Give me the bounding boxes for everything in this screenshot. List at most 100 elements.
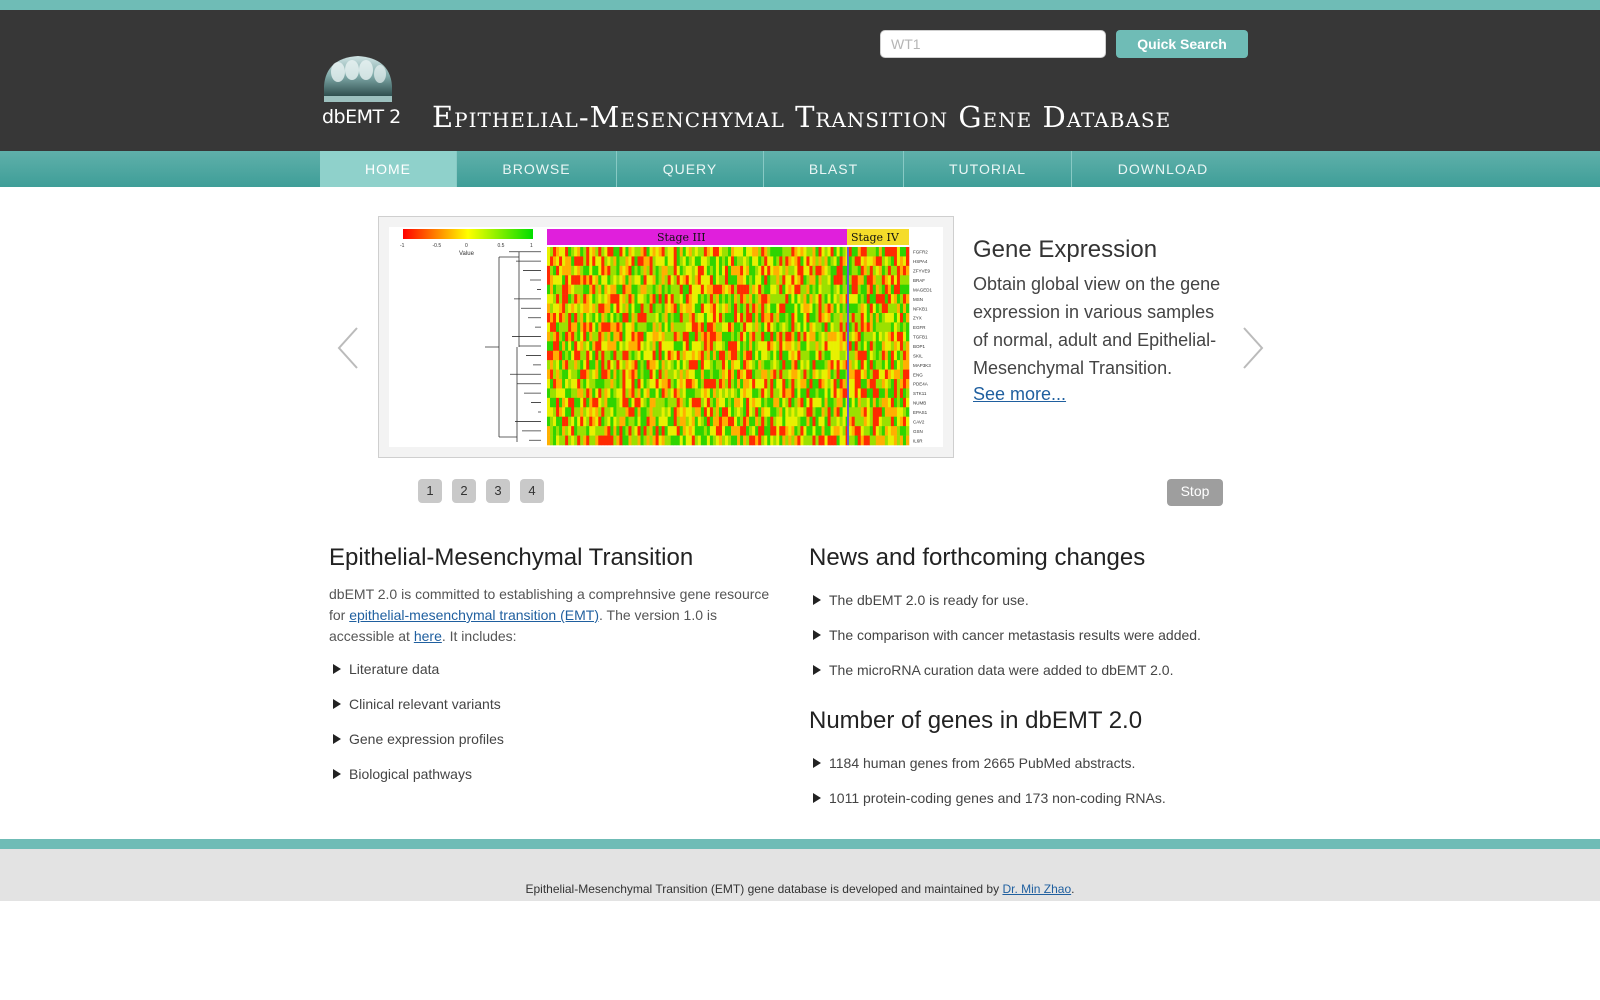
nav-home[interactable]: HOME — [320, 151, 457, 187]
nav-tutorial[interactable]: TUTORIAL — [904, 151, 1072, 187]
heatmap-cell — [905, 407, 910, 418]
heatmap-cell — [767, 256, 771, 267]
see-more-link[interactable]: See more... — [973, 384, 1066, 405]
heatmap-cell — [598, 265, 602, 276]
heatmap-cell — [809, 435, 813, 446]
heatmap-cell — [860, 247, 865, 257]
heatmap-cell — [703, 247, 708, 257]
heatmap-cell — [613, 369, 617, 380]
heatmap-cell — [661, 397, 665, 408]
emt-link[interactable]: epithelial-mesenchymal transition (EMT) — [349, 607, 599, 623]
heatmap-cell — [866, 388, 871, 399]
heatmap-cell — [827, 360, 831, 370]
news-heading: News and forthcoming changes — [809, 544, 1146, 571]
heatmap-cell — [899, 256, 904, 267]
heatmap-cell — [649, 275, 653, 286]
heatmap-cell — [616, 369, 620, 380]
heatmap-cell — [553, 294, 557, 304]
heatmap-cell — [830, 397, 834, 408]
heatmap-cell — [785, 294, 789, 304]
heatmap-image[interactable]: -1 -0.5 0 0.5 1 Value Stage III Stage IV FGF… — [389, 227, 943, 447]
heatmap-cell — [785, 256, 789, 267]
heatmap-cell — [577, 416, 581, 427]
heatmap-cell — [773, 331, 777, 342]
nav-blast[interactable]: BLAST — [764, 151, 904, 187]
slider-stop-button[interactable]: Stop — [1167, 479, 1223, 506]
heatmap-cell — [884, 350, 889, 361]
heatmap-cell — [568, 379, 572, 389]
heatmap-cell — [815, 407, 819, 418]
heatmap-cell — [610, 407, 614, 418]
heatmap-cell — [673, 265, 678, 276]
heatmap-cell — [553, 256, 557, 267]
version1-here-link[interactable]: here — [414, 628, 442, 644]
heatmap-cell — [812, 360, 816, 370]
nav-browse[interactable]: BROWSE — [457, 151, 617, 187]
heatmap-cell — [866, 435, 871, 446]
heatmap-cell — [601, 426, 605, 436]
heatmap-cell — [625, 350, 629, 361]
heatmap-cell — [712, 322, 717, 333]
heatmap-cell — [797, 294, 801, 304]
heatmap-cell — [556, 322, 560, 333]
heatmap-cell — [860, 294, 865, 304]
heatmap-cell — [622, 407, 626, 418]
quick-search-button[interactable]: Quick Search — [1116, 30, 1248, 58]
heatmap-cell — [863, 322, 868, 333]
author-link[interactable]: Dr. Min Zhao — [1002, 882, 1071, 896]
slider-prev-arrow-icon[interactable] — [337, 326, 359, 370]
heatmap-cell — [749, 388, 753, 399]
heatmap-cell — [664, 284, 668, 295]
heatmap-cell — [749, 284, 753, 295]
heatmap-cell — [601, 256, 605, 267]
heatmap-cell — [613, 416, 617, 427]
heatmap-cell — [890, 397, 895, 408]
slider-next-arrow-icon[interactable] — [1242, 326, 1264, 370]
heatmap-cell — [863, 360, 868, 370]
heatmap-cell — [848, 350, 852, 361]
heatmap-cell — [601, 265, 605, 276]
pager-3[interactable]: 3 — [486, 479, 510, 503]
heatmap-cell — [556, 379, 560, 389]
heatmap-cell — [818, 369, 822, 380]
heatmap-cell — [634, 426, 638, 436]
pager-4[interactable]: 4 — [520, 479, 544, 503]
heatmap-cell — [782, 369, 786, 380]
heatmap-cell — [743, 397, 747, 408]
heatmap-cell — [896, 341, 901, 352]
heatmap-cell — [893, 435, 898, 446]
nav-query[interactable]: QUERY — [617, 151, 764, 187]
heatmap-cell — [809, 303, 813, 314]
heatmap-cell — [676, 369, 681, 380]
heatmap-cell — [815, 388, 819, 399]
heatmap-cell — [547, 379, 551, 389]
heatmap-cell — [685, 435, 690, 446]
heatmap-cell — [872, 313, 877, 323]
heatmap-cell — [731, 360, 735, 370]
heatmap-cell — [734, 369, 738, 380]
heatmap-cell — [866, 426, 871, 436]
heatmap-cell — [734, 275, 738, 286]
heatmap-cell — [803, 284, 807, 295]
heatmap-cell — [562, 388, 566, 399]
pager-2[interactable]: 2 — [452, 479, 476, 503]
heatmap-cell — [622, 435, 626, 446]
heatmap-cell — [839, 313, 843, 323]
heatmap-cell — [604, 397, 608, 408]
gene-label: FGFR2 — [913, 250, 928, 255]
heatmap-cell — [670, 379, 674, 389]
heatmap-cell — [595, 350, 599, 361]
nav-download[interactable]: DOWNLOAD — [1072, 151, 1254, 187]
heatmap-cell — [839, 350, 843, 361]
scale-caption: Value — [459, 251, 475, 257]
heatmap-cell — [731, 294, 735, 304]
quick-search-input[interactable] — [880, 30, 1106, 58]
heatmap-cell — [806, 407, 810, 418]
heatmap-cell — [574, 350, 578, 361]
heatmap-cell — [661, 360, 665, 370]
heatmap-cell — [896, 322, 901, 333]
heatmap-cell — [685, 426, 690, 436]
heatmap-cell — [776, 313, 780, 323]
pager-1[interactable]: 1 — [418, 479, 442, 503]
heatmap-cell — [809, 397, 813, 408]
